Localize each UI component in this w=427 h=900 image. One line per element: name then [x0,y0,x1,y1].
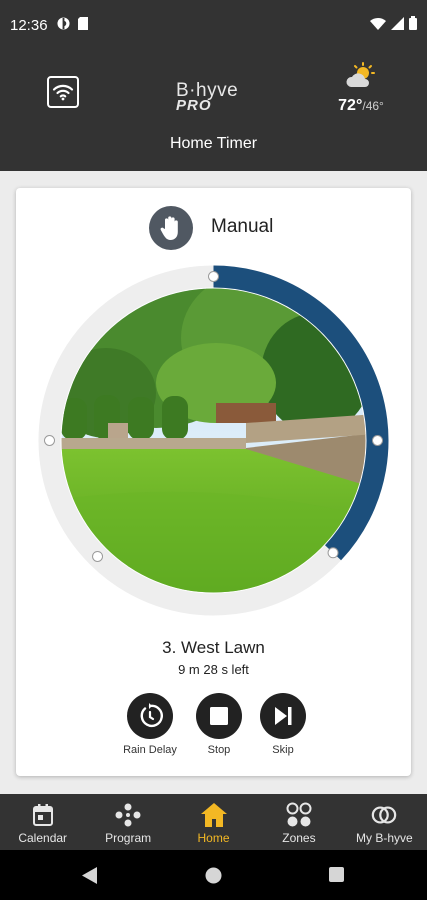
hand-icon [160,216,178,240]
bottom-nav: Calendar Program Home Zones My B-hyve [0,794,427,850]
nav-item-calendar[interactable]: Calendar [0,794,85,850]
weather-widget[interactable]: 72°/46° [333,62,389,115]
nav-item-home[interactable]: Home [171,794,256,850]
skip-action: Skip [248,693,318,756]
battery-icon [409,16,417,30]
stop-label: Stop [207,744,231,756]
nav-label-calendar: Calendar [18,831,68,845]
nav-label-program: Program [105,831,152,845]
zones-icon [286,802,312,827]
mode-label: Manual [211,216,274,237]
rain-delay-button[interactable] [127,693,173,739]
dial-tick-marker [92,550,104,562]
back-icon[interactable] [82,867,98,884]
nav-item-zones[interactable]: Zones [256,794,341,850]
skip-button[interactable] [260,693,306,739]
status-bar: 12:36 [0,0,427,52]
zone-photo [61,288,366,593]
nav-item-program[interactable]: Program [85,794,170,850]
stop-icon [210,707,228,725]
status-time: 12:36 [10,17,48,34]
dial-tick-marker [327,547,339,559]
partly-cloudy-icon [346,62,375,87]
nav-label-zones: Zones [282,831,316,845]
my-bhyve-icon [372,806,397,824]
dial-tick-marker [372,435,383,446]
program-icon [115,803,141,827]
weather-temp: 72° [338,97,363,114]
wifi-icon [370,17,386,30]
zone-dial[interactable] [36,263,391,618]
dial-tick-marker [44,435,55,446]
system-nav-bar [0,850,427,900]
home-circle-icon[interactable] [205,867,222,884]
calendar-icon [32,804,53,826]
nav-label-home: Home [197,831,230,845]
page-title: Home Timer [169,135,258,152]
nfc-icon [57,17,70,30]
wifi-status-button[interactable] [47,76,79,108]
rain-delay-action: Rain Delay [115,693,185,756]
zone-time-left: 9 m 28 s left [178,662,249,677]
signal-icon [391,16,404,30]
stop-action: Stop [184,693,254,756]
mode-button[interactable] [149,206,193,250]
app-header: B·hyve PRO 72°/46° Home Timer [0,52,427,171]
wifi-icon [52,84,74,101]
nav-label-my-bhyve: My B-hyve [355,831,413,845]
sim-icon [78,17,88,30]
recents-icon[interactable] [329,867,344,882]
nav-item-my-bhyve[interactable]: My B-hyve [342,794,427,850]
rain-delay-icon [140,703,163,728]
skip-label: Skip [272,744,294,756]
bhyve-pro-logo: B·hyve PRO [176,80,258,114]
timer-card: Manual 3. West Lawn 9 m 28 s left Rain D… [16,188,411,776]
stop-button[interactable] [196,693,242,739]
rain-delay-label: Rain Delay [123,744,177,756]
home-icon [200,803,227,827]
dial-tick-marker [208,271,219,282]
skip-icon [275,707,292,725]
zone-name: 3. West Lawn [162,638,265,657]
weather-low: /46° [362,99,384,113]
logo-bottom: PRO [176,97,212,114]
